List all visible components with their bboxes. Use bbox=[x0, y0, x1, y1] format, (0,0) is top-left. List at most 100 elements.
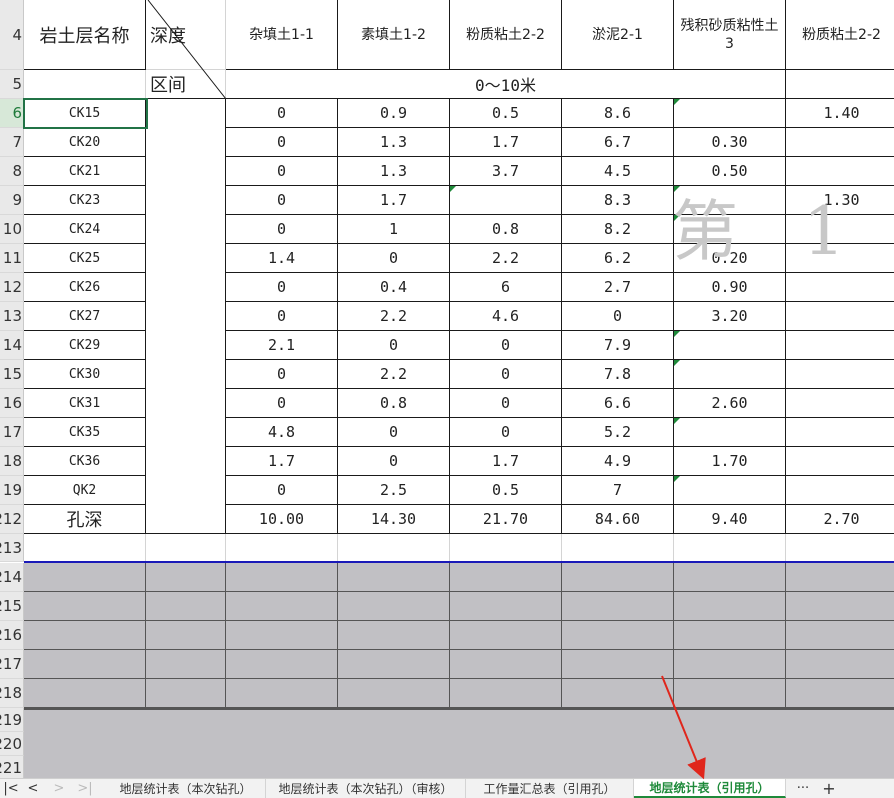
value-cell[interactable]: 0 bbox=[226, 128, 338, 157]
prev-sheet-button[interactable]: < bbox=[24, 779, 42, 798]
value-cell[interactable]: 6.7 bbox=[562, 128, 674, 157]
gray-cell[interactable] bbox=[226, 621, 338, 650]
depth-cell[interactable] bbox=[146, 302, 226, 331]
gray-cell[interactable] bbox=[338, 563, 450, 592]
blank-cell[interactable] bbox=[226, 534, 338, 562]
sheet-tab-2[interactable]: 地层统计表（本次钻孔）（审核） bbox=[266, 779, 466, 798]
row-number[interactable]: 219 bbox=[0, 708, 24, 732]
gray-cell[interactable] bbox=[786, 563, 894, 592]
gray-cell[interactable] bbox=[786, 650, 894, 679]
value-cell[interactable]: 1.70 bbox=[674, 447, 786, 476]
gray-cell[interactable] bbox=[146, 621, 226, 650]
value-cell[interactable]: 0.50 bbox=[674, 157, 786, 186]
row-number[interactable]: 10 bbox=[0, 215, 24, 244]
value-cell[interactable]: 0 bbox=[226, 360, 338, 389]
depth-cell[interactable] bbox=[146, 476, 226, 505]
value-cell[interactable]: 0 bbox=[450, 360, 562, 389]
value-cell[interactable]: 4.8 bbox=[226, 418, 338, 447]
value-cell[interactable] bbox=[786, 157, 894, 186]
value-cell[interactable]: 0 bbox=[226, 476, 338, 505]
value-cell[interactable]: 0 bbox=[338, 331, 450, 360]
gray-cell[interactable] bbox=[562, 679, 674, 708]
value-cell[interactable]: 6.2 bbox=[562, 244, 674, 273]
blank-cell[interactable] bbox=[24, 534, 146, 562]
row-number[interactable]: 17 bbox=[0, 418, 24, 447]
value-cell[interactable]: 0 bbox=[226, 215, 338, 244]
value-cell[interactable]: 7 bbox=[562, 476, 674, 505]
gray-cell[interactable] bbox=[146, 592, 226, 621]
value-cell[interactable]: 0 bbox=[226, 99, 338, 128]
hole-name-cell[interactable]: CK23 bbox=[24, 186, 146, 215]
value-cell[interactable]: 1.7 bbox=[226, 447, 338, 476]
value-cell[interactable]: 1.3 bbox=[338, 128, 450, 157]
total-value-cell[interactable]: 10.00 bbox=[226, 505, 338, 534]
blank-cell[interactable] bbox=[146, 534, 226, 562]
gray-cell[interactable] bbox=[786, 592, 894, 621]
row-number[interactable]: 215 bbox=[0, 592, 24, 621]
gray-cell[interactable] bbox=[674, 592, 786, 621]
sheet-tab-3[interactable]: 工作量汇总表（引用孔） bbox=[466, 779, 634, 798]
value-cell[interactable]: 0 bbox=[226, 273, 338, 302]
value-cell[interactable]: 4.5 bbox=[562, 157, 674, 186]
value-cell[interactable]: 0.20 bbox=[674, 244, 786, 273]
value-cell[interactable]: 2.7 bbox=[562, 273, 674, 302]
value-cell[interactable] bbox=[674, 99, 786, 128]
gray-cell[interactable] bbox=[24, 563, 146, 592]
depth-cell[interactable] bbox=[146, 244, 226, 273]
total-value-cell[interactable]: 9.40 bbox=[674, 505, 786, 534]
total-value-cell[interactable]: 2.70 bbox=[786, 505, 894, 534]
sheet-tab-4[interactable]: 地层统计表（引用孔） bbox=[634, 779, 786, 798]
value-cell[interactable]: 2.2 bbox=[450, 244, 562, 273]
row-number[interactable]: 7 bbox=[0, 128, 24, 157]
gray-cell[interactable] bbox=[146, 679, 226, 708]
value-cell[interactable]: 2.2 bbox=[338, 360, 450, 389]
value-cell[interactable]: 8.2 bbox=[562, 215, 674, 244]
depth-cell[interactable] bbox=[146, 331, 226, 360]
depth-cell[interactable] bbox=[146, 157, 226, 186]
next-sheet-button[interactable]: > bbox=[50, 779, 68, 798]
gray-cell[interactable] bbox=[226, 592, 338, 621]
gray-cell[interactable] bbox=[24, 650, 146, 679]
value-cell[interactable] bbox=[674, 215, 786, 244]
value-cell[interactable]: 7.8 bbox=[562, 360, 674, 389]
value-cell[interactable] bbox=[786, 331, 894, 360]
gray-cell[interactable] bbox=[674, 621, 786, 650]
hole-name-cell[interactable]: CK36 bbox=[24, 447, 146, 476]
value-cell[interactable]: 1.7 bbox=[450, 128, 562, 157]
hole-name-cell[interactable]: CK24 bbox=[24, 215, 146, 244]
value-cell[interactable]: 2.5 bbox=[338, 476, 450, 505]
hole-name-cell[interactable]: CK35 bbox=[24, 418, 146, 447]
depth-cell[interactable] bbox=[146, 273, 226, 302]
value-cell[interactable]: 8.6 bbox=[562, 99, 674, 128]
row-number[interactable]: 216 bbox=[0, 621, 24, 650]
value-cell[interactable] bbox=[786, 360, 894, 389]
hole-name-cell[interactable]: CK31 bbox=[24, 389, 146, 418]
more-sheets-button[interactable]: ··· bbox=[792, 779, 814, 798]
gray-cell[interactable] bbox=[450, 592, 562, 621]
value-cell[interactable]: 7.9 bbox=[562, 331, 674, 360]
gray-cell[interactable] bbox=[338, 592, 450, 621]
gray-cell[interactable] bbox=[226, 563, 338, 592]
depth-cell[interactable] bbox=[146, 99, 226, 128]
hole-name-cell[interactable]: CK29 bbox=[24, 331, 146, 360]
value-cell[interactable] bbox=[450, 186, 562, 215]
value-cell[interactable]: 3.7 bbox=[450, 157, 562, 186]
gray-cell[interactable] bbox=[226, 679, 338, 708]
value-cell[interactable] bbox=[786, 128, 894, 157]
depth-cell[interactable] bbox=[146, 418, 226, 447]
value-cell[interactable]: 4.6 bbox=[450, 302, 562, 331]
value-cell[interactable]: 0 bbox=[226, 302, 338, 331]
value-cell[interactable]: 0.9 bbox=[338, 99, 450, 128]
value-cell[interactable] bbox=[786, 244, 894, 273]
value-cell[interactable]: 1 bbox=[338, 215, 450, 244]
value-cell[interactable]: 0 bbox=[450, 331, 562, 360]
hole-name-cell[interactable]: CK26 bbox=[24, 273, 146, 302]
value-cell[interactable] bbox=[786, 389, 894, 418]
value-cell[interactable]: 6 bbox=[450, 273, 562, 302]
value-cell[interactable]: 2.1 bbox=[226, 331, 338, 360]
value-cell[interactable] bbox=[786, 418, 894, 447]
value-cell[interactable]: 1.7 bbox=[450, 447, 562, 476]
value-cell[interactable]: 2.60 bbox=[674, 389, 786, 418]
value-cell[interactable] bbox=[786, 476, 894, 505]
gray-cell[interactable] bbox=[146, 650, 226, 679]
